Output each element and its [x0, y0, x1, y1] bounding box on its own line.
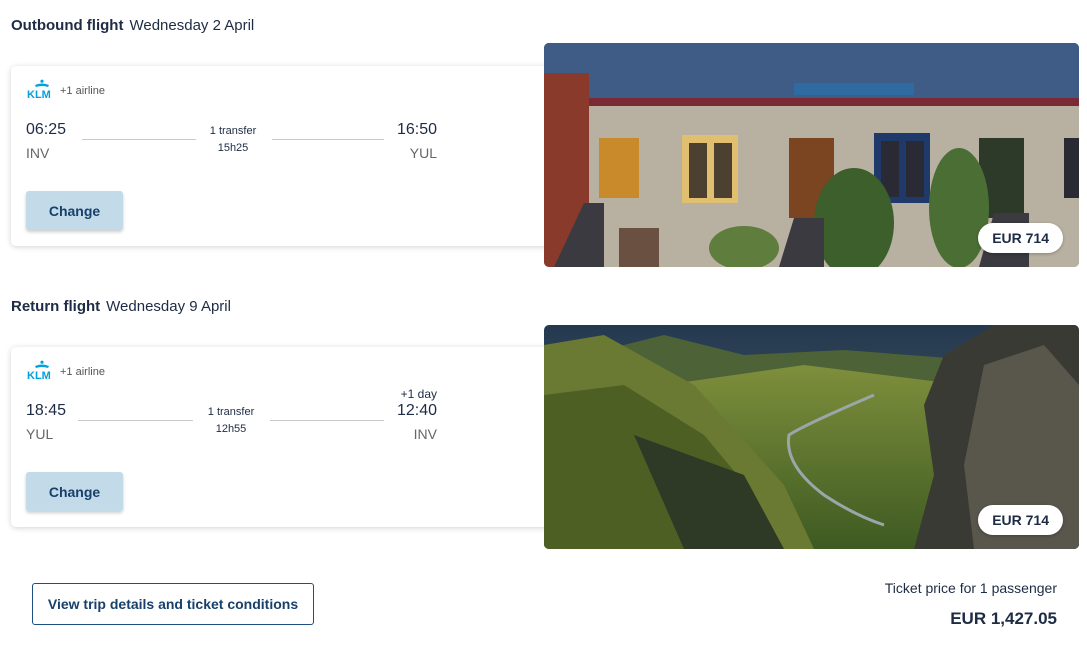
view-trip-details-button[interactable]: View trip details and ticket conditions	[32, 583, 314, 625]
return-date: Wednesday 9 April	[106, 298, 231, 315]
outbound-flight-card: KLM +1 airline 06:25 INV 1 transfer 15h2…	[11, 66, 556, 246]
ticket-price-total: EUR 1,427.05	[950, 609, 1057, 628]
arrival-time: 16:50	[396, 121, 437, 138]
return-airline: KLM +1 airline	[26, 360, 105, 380]
outbound-destination-image: EUR 714	[544, 43, 1079, 267]
route-line-right	[270, 420, 384, 421]
airline-extra-label: +1 airline	[60, 366, 105, 378]
svg-text:KLM: KLM	[27, 89, 51, 99]
outbound-price-badge: EUR 714	[978, 223, 1063, 253]
klm-logo-icon: KLM	[26, 360, 58, 380]
return-heading: Return flight Wednesday 9 April	[11, 298, 231, 315]
flight-duration: 15h25	[217, 142, 249, 154]
outbound-airline: KLM +1 airline	[26, 79, 105, 99]
return-flight-card: KLM +1 airline 18:45 YUL 1 transfer 12h5…	[11, 347, 556, 527]
outbound-date: Wednesday 2 April	[129, 17, 255, 34]
airline-extra-label: +1 airline	[60, 85, 105, 97]
return-price-badge: EUR 714	[978, 505, 1063, 535]
transfer-count: 1 transfer	[207, 406, 255, 418]
return-label: Return flight	[11, 298, 101, 315]
return-change-button[interactable]: Change	[26, 472, 123, 511]
route-line-left	[82, 139, 196, 140]
flight-duration: 12h55	[215, 423, 247, 435]
return-destination-image: EUR 714	[544, 325, 1079, 549]
outbound-label: Outbound flight	[11, 17, 124, 34]
transfer-count: 1 transfer	[209, 125, 257, 137]
arrival-airport: INV	[413, 426, 437, 442]
klm-logo-icon: KLM	[26, 79, 58, 99]
departure-airport: YUL	[26, 426, 54, 442]
plus-day-indicator: +1 day	[400, 387, 437, 401]
departure-time: 18:45	[26, 402, 67, 419]
route-line-left	[78, 420, 193, 421]
svg-text:KLM: KLM	[27, 370, 51, 380]
ticket-price-label: Ticket price for 1 passenger	[884, 580, 1057, 596]
arrival-time: 12:40	[396, 402, 437, 419]
departure-airport: INV	[26, 145, 50, 161]
arrival-airport: YUL	[409, 145, 437, 161]
outbound-heading: Outbound flight Wednesday 2 April	[11, 17, 254, 34]
outbound-change-button[interactable]: Change	[26, 191, 123, 230]
departure-time: 06:25	[26, 121, 67, 138]
route-line-right	[272, 139, 384, 140]
